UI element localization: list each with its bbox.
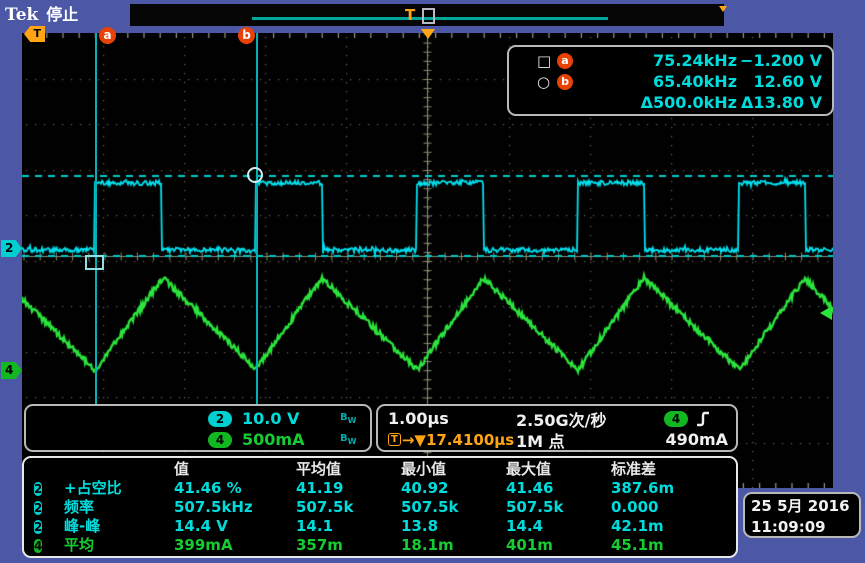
date-label: 25 5月 2016	[751, 496, 853, 517]
header-value: 值	[174, 458, 296, 479]
measurement-std: 42.1m	[611, 517, 716, 535]
circle-marker-icon: ○	[537, 73, 557, 91]
measurement-name: +占空比	[64, 477, 174, 498]
measurement-row-frequency: 2 频率 507.5kHz 507.5k 507.5k 507.5k 0.000	[34, 497, 736, 516]
acquisition-status: 停止	[46, 5, 78, 24]
cursor-a-frequency: 75.24kHz	[587, 51, 737, 70]
channel-4-badge: 4	[34, 539, 42, 553]
measurement-mean: 357m	[296, 536, 401, 554]
measurement-name: 峰-峰	[64, 515, 174, 536]
measurement-value: 399mA	[174, 536, 296, 554]
cursor-b-vertical-line[interactable]	[256, 33, 258, 404]
trigger-level-value: 490mA	[664, 430, 728, 449]
measurement-std: 45.1m	[611, 536, 716, 554]
rising-edge-slope-icon	[696, 411, 710, 427]
record-expansion-triangle-icon	[719, 6, 727, 12]
channel-2-scale-row[interactable]: 2 10.0 V BW	[34, 408, 362, 429]
measurement-std: 0.000	[611, 498, 716, 516]
cursor-readout-panel: □ a 75.24kHz −1.200 V ○ b 65.40kHz 12.60…	[507, 45, 834, 116]
cursor-delta-row: Δ500.0kHz Δ13.80 V	[537, 92, 822, 113]
measurement-name: 平均	[64, 534, 174, 555]
measurement-min: 507.5k	[401, 498, 506, 516]
measurement-min: 18.1m	[401, 536, 506, 554]
channel-2-position-tag[interactable]: 2	[1, 240, 22, 257]
time-label: 11:09:09	[751, 517, 853, 538]
measurement-min: 40.92	[401, 479, 506, 497]
measurement-max: 14.4	[506, 517, 611, 535]
measurement-table-panel: 值 平均值 最小值 最大值 标准差 2 +占空比 41.46 % 41.19 4…	[22, 456, 738, 558]
measurement-min: 13.8	[401, 517, 506, 535]
trigger-source-badge: 4	[664, 411, 688, 427]
measurement-value: 507.5kHz	[174, 498, 296, 516]
timebase-row-1: 1.00μs 2.50G次/秒 4	[388, 408, 728, 429]
record-length: 1M 点	[516, 428, 664, 452]
header-min: 最小值	[401, 458, 506, 479]
measurement-value: 14.4 V	[174, 517, 296, 535]
channel-2-badge: 2	[208, 411, 232, 427]
measurement-mean: 14.1	[296, 517, 401, 535]
record-view-bar[interactable]: T	[130, 4, 724, 26]
cursor-a-row: □ a 75.24kHz −1.200 V	[537, 50, 822, 71]
cursor-b-frequency: 65.40kHz	[587, 72, 737, 91]
square-marker-icon: □	[537, 52, 557, 70]
channel-4-scale-row[interactable]: 4 500mA BW	[34, 429, 362, 450]
channel-2-badge: 2	[34, 482, 42, 496]
bandwidth-limit-icon: BW	[340, 433, 362, 446]
cursor-a-voltage: −1.200 V	[737, 51, 822, 70]
channel-2-badge: 2	[34, 501, 42, 515]
horizontal-scale: 1.00μs	[388, 409, 516, 428]
tek-logo: Tek	[5, 5, 38, 25]
measurement-mean: 507.5k	[296, 498, 401, 516]
measurement-row-duty: 2 +占空比 41.46 % 41.19 40.92 41.46 387.6m	[34, 478, 736, 497]
measurement-row-mean: 4 平均 399mA 357m 18.1m 401m 45.1m	[34, 535, 736, 554]
channel-2-scale: 10.0 V	[242, 409, 330, 428]
header-max: 最大值	[506, 458, 611, 479]
cursor-b-label[interactable]: b	[238, 27, 255, 44]
trigger-delay-readout: T→▼17.4100μs	[388, 431, 516, 449]
cursor-delta-voltage: Δ13.80 V	[737, 93, 822, 112]
channel-2-badge: 2	[34, 520, 42, 534]
measurement-std: 387.6m	[611, 479, 716, 497]
measurement-max: 401m	[506, 536, 611, 554]
channel-scale-panel: 2 10.0 V BW 4 500mA BW	[24, 404, 372, 452]
delay-value: 17.4100μs	[426, 431, 514, 449]
trigger-source: 4	[664, 411, 728, 427]
cursor-delta-frequency: Δ500.0kHz	[587, 93, 737, 112]
header-std: 标准差	[611, 458, 716, 479]
channel-4-scale: 500mA	[242, 430, 330, 449]
header-mean: 平均值	[296, 458, 401, 479]
measurement-row-peak-to-peak: 2 峰-峰 14.4 V 14.1 13.8 14.4 42.1m	[34, 516, 736, 535]
channel-4-badge: 4	[208, 432, 232, 448]
measurement-name: 频率	[64, 496, 174, 517]
timebase-row-2: T→▼17.4100μs 1M 点 490mA	[388, 429, 728, 450]
cursor-a-label[interactable]: a	[99, 27, 116, 44]
measurement-header-row: 值 平均值 最小值 最大值 标准差	[34, 459, 736, 478]
measurement-mean: 41.19	[296, 479, 401, 497]
record-trigger-t-icon: T	[405, 6, 415, 24]
record-view-window-bracket[interactable]	[422, 8, 435, 24]
cursor-b-row: ○ b 65.40kHz 12.60 V	[537, 71, 822, 92]
trigger-level-arrow-icon[interactable]	[820, 306, 832, 320]
datetime-panel: 25 5月 2016 11:09:09	[743, 492, 861, 538]
timebase-trigger-panel: 1.00μs 2.50G次/秒 4 T→▼17.4100μs 1M 点 490m…	[376, 404, 738, 452]
delay-arrow-icon: →▼	[402, 431, 426, 449]
cursor-b-voltage: 12.60 V	[737, 72, 822, 91]
trigger-position-triangle-icon[interactable]	[421, 29, 435, 39]
measurement-max: 41.46	[506, 479, 611, 497]
trigger-t-icon: T	[388, 433, 401, 446]
measurement-max: 507.5k	[506, 498, 611, 516]
cursor-a-badge: a	[557, 53, 573, 69]
cursor-a-amplitude-marker[interactable]	[85, 255, 104, 270]
channel-4-position-tag[interactable]: 4	[1, 362, 22, 379]
app-title: Tek 停止	[5, 1, 78, 25]
measurement-value: 41.46 %	[174, 479, 296, 497]
cursor-a-vertical-line[interactable]	[95, 33, 97, 404]
cursor-b-amplitude-marker[interactable]	[247, 167, 263, 183]
bandwidth-limit-icon: BW	[340, 412, 362, 425]
cursor-b-badge: b	[557, 74, 573, 90]
